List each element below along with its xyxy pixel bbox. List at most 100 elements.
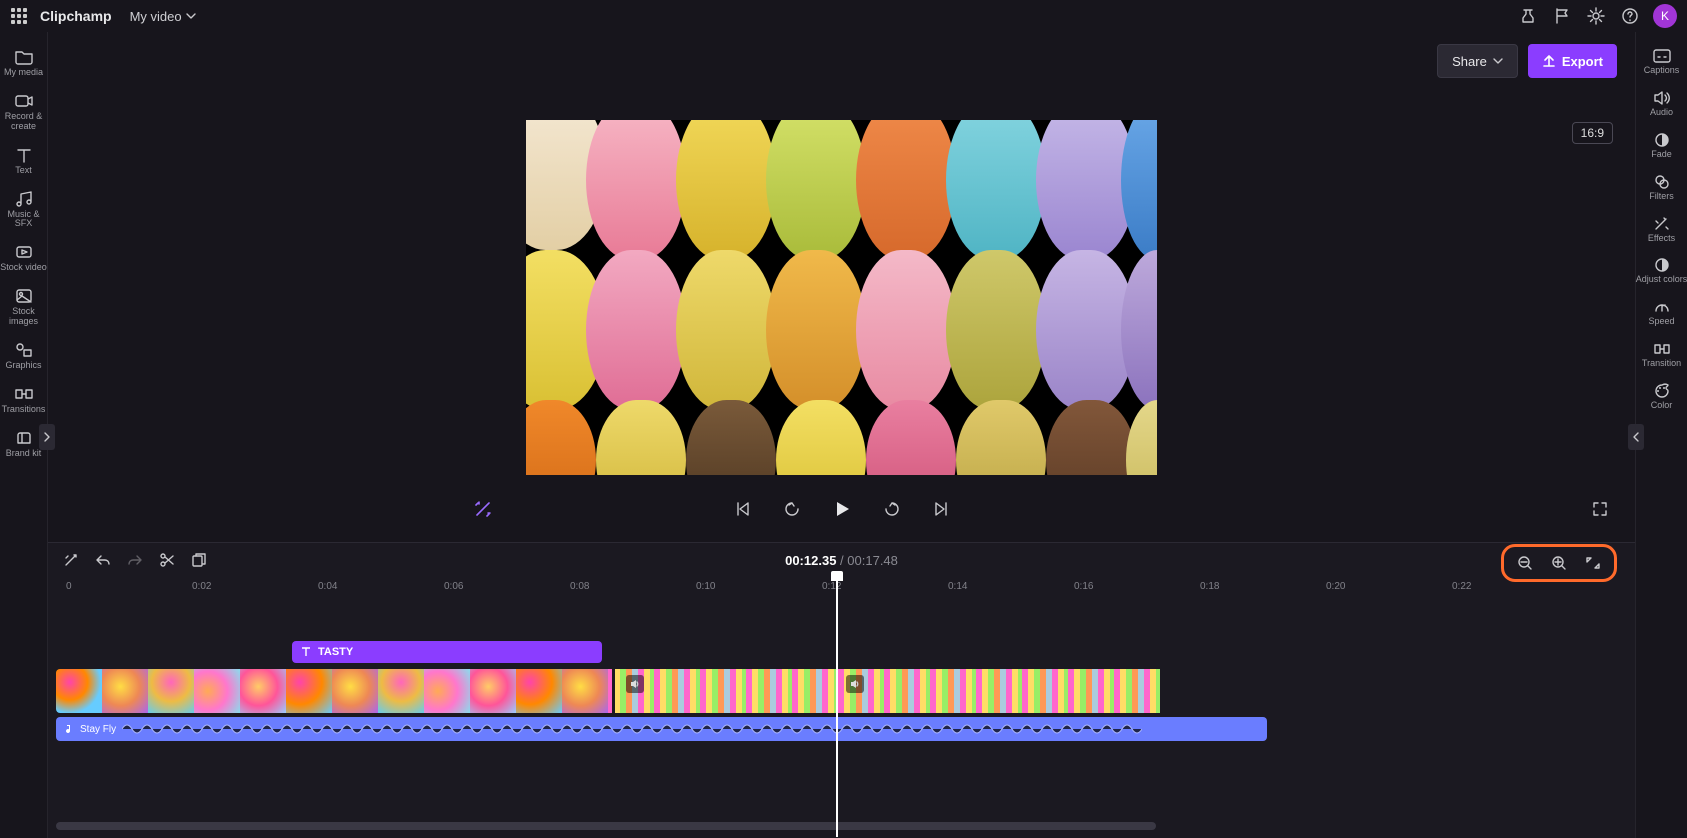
- rightpanel-color[interactable]: Color: [1636, 377, 1687, 415]
- stage-area: Share Export 16:9: [48, 32, 1635, 542]
- music-icon: [14, 190, 34, 208]
- rightpanel-transition[interactable]: Transition: [1636, 335, 1687, 373]
- share-button[interactable]: Share: [1437, 44, 1518, 78]
- export-button[interactable]: Export: [1528, 44, 1617, 78]
- skip-end-button[interactable]: [927, 494, 957, 524]
- rightpanel-effects[interactable]: Effects: [1636, 210, 1687, 248]
- sidebar-label: My media: [4, 68, 43, 78]
- share-label: Share: [1452, 54, 1487, 69]
- effects-icon: [1653, 216, 1671, 232]
- chevron-down-icon: [186, 11, 196, 21]
- text-icon: [300, 646, 312, 658]
- export-label: Export: [1562, 54, 1603, 69]
- left-sidebar: My media Record & create Text Music & SF…: [0, 32, 48, 838]
- settings-gear-icon[interactable]: [1579, 0, 1613, 32]
- timeline-scrollbar[interactable]: [56, 821, 1627, 831]
- ruler-tick: 0:06: [444, 581, 463, 592]
- video-library-icon: [14, 243, 34, 261]
- ruler-tick: 0:20: [1326, 581, 1345, 592]
- ruler-tick: 0:18: [1200, 581, 1219, 592]
- stage-top-bar: Share Export: [48, 32, 1635, 80]
- video-preview[interactable]: [526, 120, 1157, 475]
- ruler-tick: 0:22: [1452, 581, 1471, 592]
- undo-button[interactable]: [90, 547, 116, 573]
- split-button[interactable]: [154, 547, 180, 573]
- sidebar-item-stock-video[interactable]: Stock video: [0, 237, 48, 277]
- help-icon[interactable]: [1613, 0, 1647, 32]
- ruler-tick: 0:10: [696, 581, 715, 592]
- rightpanel-label: Captions: [1644, 66, 1680, 76]
- rightpanel-adjust-colors[interactable]: Adjust colors: [1636, 251, 1687, 289]
- rightpanel-captions[interactable]: Captions: [1636, 42, 1687, 80]
- rewind-button[interactable]: [777, 494, 807, 524]
- speaker-icon: [1653, 90, 1671, 106]
- top-bar: Clipchamp My video K: [0, 0, 1687, 32]
- sidebar-item-music-sfx[interactable]: Music & SFX: [0, 184, 48, 234]
- sidebar-label: Stock video: [0, 263, 47, 273]
- zoom-fit-button[interactable]: [1580, 550, 1606, 576]
- total-time: 00:17.48: [847, 553, 898, 568]
- clip-audio-icon[interactable]: [846, 675, 864, 693]
- audio-clip-label: Stay Fly: [80, 724, 116, 735]
- redo-button[interactable]: [122, 547, 148, 573]
- rightpanel-audio[interactable]: Audio: [1636, 84, 1687, 122]
- playhead[interactable]: [836, 577, 838, 837]
- rightpanel-label: Fade: [1651, 150, 1672, 160]
- rightpanel-label: Speed: [1648, 317, 1674, 327]
- fullscreen-button[interactable]: [1585, 494, 1615, 524]
- rightpanel-filters[interactable]: Filters: [1636, 168, 1687, 206]
- aspect-ratio-button[interactable]: 16:9: [1572, 122, 1613, 144]
- ruler-tick: 0:04: [318, 581, 337, 592]
- sidebar-item-graphics[interactable]: Graphics: [0, 335, 48, 375]
- camera-icon: [14, 92, 34, 110]
- text-icon: [14, 146, 34, 164]
- rightpanel-label: Audio: [1650, 108, 1673, 118]
- sidebar-label: Stock images: [0, 307, 48, 327]
- forward-button[interactable]: [877, 494, 907, 524]
- brand-name: Clipchamp: [40, 8, 112, 24]
- upload-icon: [1542, 54, 1556, 68]
- rightpanel-label: Adjust colors: [1636, 275, 1687, 285]
- apps-launcher-icon[interactable]: [10, 7, 28, 25]
- sidebar-item-text[interactable]: Text: [0, 140, 48, 180]
- sidebar-label: Record & create: [0, 112, 48, 132]
- brandkit-icon: [14, 429, 34, 447]
- rightpanel-speed[interactable]: Speed: [1636, 293, 1687, 331]
- current-time: 00:12.35: [785, 553, 836, 568]
- ruler-tick: 0:08: [570, 581, 589, 592]
- zoom-in-button[interactable]: [1546, 550, 1572, 576]
- sidebar-item-stock-images[interactable]: Stock images: [0, 281, 48, 331]
- rightpanel-fade[interactable]: Fade: [1636, 126, 1687, 164]
- project-name-dropdown[interactable]: My video: [130, 9, 196, 24]
- fade-icon: [1653, 132, 1671, 148]
- filters-icon: [1653, 174, 1671, 190]
- zoom-out-button[interactable]: [1512, 550, 1538, 576]
- center-panel: Share Export 16:9: [48, 32, 1635, 838]
- playback-controls: [48, 485, 1635, 533]
- sidebar-item-record-create[interactable]: Record & create: [0, 86, 48, 136]
- auto-tool-button[interactable]: [58, 547, 84, 573]
- transition-icon: [14, 385, 34, 403]
- clip-audio-icon[interactable]: [626, 675, 644, 693]
- text-clip[interactable]: TASTY: [292, 641, 602, 663]
- captions-icon: [1652, 48, 1672, 64]
- sidebar-label: Brand kit: [6, 449, 42, 459]
- duplicate-button[interactable]: [186, 547, 212, 573]
- audio-clip[interactable]: Stay Fly: [56, 717, 1267, 741]
- play-button[interactable]: [827, 494, 857, 524]
- sidebar-item-my-media[interactable]: My media: [0, 42, 48, 82]
- feedback-flag-icon[interactable]: [1545, 0, 1579, 32]
- timeline-tracks[interactable]: TASTY: [56, 641, 1627, 801]
- rightpanel-label: Transition: [1642, 359, 1681, 369]
- timeline-ruler[interactable]: 0 0:02 0:04 0:06 0:08 0:10 0:12 0:14 0:1…: [56, 577, 1627, 601]
- upgrade-icon[interactable]: [1511, 0, 1545, 32]
- collapse-right-panel-button[interactable]: [1628, 424, 1644, 450]
- user-avatar[interactable]: K: [1653, 4, 1677, 28]
- ai-magic-button[interactable]: [468, 494, 498, 524]
- video-track[interactable]: [56, 669, 1267, 713]
- sidebar-item-transitions[interactable]: Transitions: [0, 379, 48, 419]
- skip-start-button[interactable]: [727, 494, 757, 524]
- image-icon: [14, 287, 34, 305]
- playback-time: 00:12.35 / 00:17.48: [785, 553, 898, 568]
- scrollbar-thumb[interactable]: [56, 822, 1156, 830]
